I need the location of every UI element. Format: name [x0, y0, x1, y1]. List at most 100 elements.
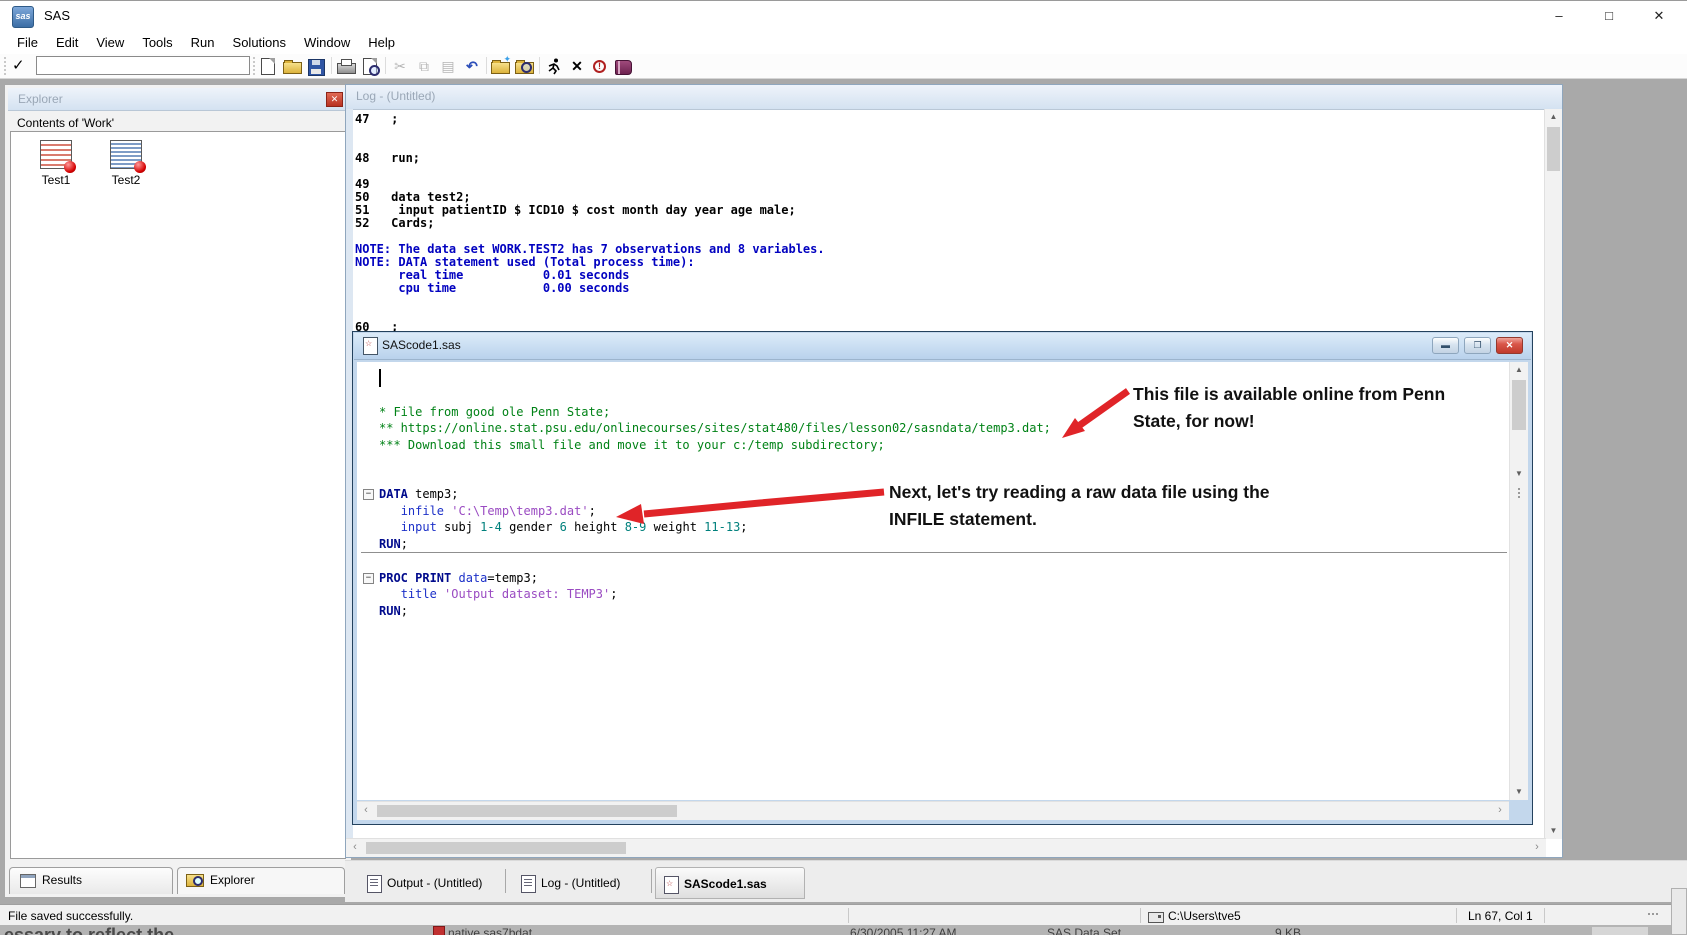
sas-program-icon — [363, 337, 378, 355]
open-folder-icon[interactable] — [281, 56, 303, 77]
sas-file-icon — [433, 926, 445, 935]
menubar: File Edit View Tools Run Solutions Windo… — [0, 30, 1687, 54]
cut-icon[interactable]: ✂ — [389, 56, 411, 77]
background-filename: native.sas7bdat — [448, 926, 532, 935]
scroll-right-icon[interactable]: › — [1528, 839, 1546, 857]
submit-runner-icon[interactable] — [543, 56, 565, 77]
print-preview-icon[interactable] — [359, 56, 381, 77]
log-window-titlebar[interactable]: Log - (Untitled) — [346, 85, 1562, 110]
menu-run[interactable]: Run — [182, 33, 224, 52]
editor-minimize-button[interactable]: ▬ — [1432, 337, 1459, 354]
background-window-strip: essary to reflect the native.sas7bdat 6/… — [0, 925, 1687, 935]
menu-view[interactable]: View — [87, 33, 133, 52]
dataset-label: Test1 — [25, 173, 87, 187]
editor-close-button[interactable]: ✕ — [1496, 337, 1523, 354]
log-horizontal-scrollbar[interactable]: ‹ › — [346, 838, 1546, 857]
red-ball-badge — [134, 161, 146, 173]
scroll-left-icon[interactable]: ‹ — [357, 802, 375, 820]
save-icon[interactable] — [305, 56, 327, 77]
background-date: 6/30/2005 11:27 AM — [850, 926, 957, 935]
print-icon[interactable] — [335, 56, 357, 77]
split-chevron-icon[interactable]: ▼ — [1510, 466, 1528, 482]
dataset-label: Test2 — [95, 173, 157, 187]
status-message: File saved successfully. — [8, 909, 133, 923]
tab-explorer[interactable]: Explorer — [177, 867, 345, 894]
new-document-icon[interactable] — [257, 56, 279, 77]
command-check-icon[interactable]: ✓ — [12, 56, 25, 74]
log-vertical-scrollbar[interactable]: ▲ ▼ — [1544, 109, 1562, 839]
dataset-table-icon — [110, 140, 142, 169]
clear-all-icon[interactable]: ✕ — [566, 56, 588, 77]
scroll-up-icon[interactable]: ▲ — [1510, 362, 1528, 378]
menu-solutions[interactable]: Solutions — [224, 33, 295, 52]
help-book-icon[interactable] — [612, 56, 634, 77]
background-filesize: 9 KB — [1275, 926, 1301, 935]
menu-tools[interactable]: Tools — [133, 33, 181, 52]
annotation-penn-state: This file is available online from Penn … — [1133, 381, 1503, 435]
tab-log[interactable]: Log - (Untitled) — [513, 867, 651, 899]
annotation-infile: Next, let's try reading a raw data file … — [889, 479, 1339, 533]
log-page-icon — [521, 875, 536, 893]
splitter-grip-icon[interactable] — [1518, 488, 1520, 490]
scroll-up-icon[interactable]: ▲ — [1545, 109, 1562, 125]
explorer-contents-box[interactable]: Test1 Test2 — [10, 131, 346, 859]
maximize-button[interactable]: □ — [1586, 1, 1632, 31]
background-scrollbar — [1671, 888, 1687, 935]
resize-grip[interactable] — [1656, 913, 1658, 915]
dataset-test2[interactable]: Test2 — [95, 140, 157, 187]
background-filetype: SAS Data Set — [1047, 926, 1121, 935]
scrollbar-thumb[interactable] — [366, 842, 626, 854]
minimize-button[interactable]: – — [1536, 1, 1582, 31]
explorer-panel-titlebar[interactable]: Explorer ✕ — [8, 88, 348, 111]
menu-file[interactable]: File — [8, 33, 47, 52]
explorer-icon[interactable] — [513, 56, 535, 77]
drive-icon — [1148, 912, 1164, 923]
scroll-down-icon[interactable]: ▼ — [1545, 823, 1562, 839]
background-block — [1592, 927, 1648, 935]
scroll-down-icon[interactable]: ▼ — [1510, 784, 1528, 800]
log-window-title: Log - (Untitled) — [356, 89, 435, 103]
toolbar-grab-handle — [4, 57, 6, 75]
explorer-panel: Explorer ✕ Contents of 'Work' Test1 Test… — [4, 84, 352, 898]
editor-horizontal-scrollbar[interactable]: ‹ › — [357, 801, 1509, 820]
app-title: SAS — [44, 8, 70, 23]
scrollbar-thumb[interactable] — [1512, 380, 1526, 430]
dataset-table-icon — [40, 140, 72, 169]
toolbar-grab-handle-2 — [253, 57, 255, 75]
paste-icon[interactable]: ▤ — [437, 56, 459, 77]
editor-titlebar[interactable]: SAScode1.sas ▬ ❐ ✕ — [354, 333, 1531, 360]
tab-results[interactable]: Results — [9, 867, 173, 894]
tab-results-label: Results — [42, 873, 82, 887]
background-text: essary to reflect the — [4, 925, 174, 935]
tab-explorer-label: Explorer — [210, 873, 255, 887]
copy-icon[interactable]: ⧉ — [413, 56, 435, 77]
scroll-left-icon[interactable]: ‹ — [346, 839, 364, 857]
menu-window[interactable]: Window — [295, 33, 359, 52]
output-page-icon — [367, 875, 382, 893]
toolbar: ✓ ✂ ⧉ ▤ ↶ ✕ ! — [0, 54, 1687, 79]
menu-help[interactable]: Help — [359, 33, 404, 52]
status-bar: File saved successfully. C:\Users\tve5 L… — [0, 904, 1687, 926]
command-input[interactable] — [36, 56, 250, 75]
explorer-panel-title: Explorer — [18, 92, 63, 106]
scrollbar-thumb[interactable] — [1547, 127, 1560, 171]
contents-of-work-label: Contents of 'Work' — [17, 116, 114, 130]
red-ball-badge — [64, 161, 76, 173]
undo-icon[interactable]: ↶ — [461, 56, 483, 77]
explorer-folder-icon — [186, 874, 204, 887]
editor-restore-button[interactable]: ❐ — [1464, 337, 1491, 354]
cursor-position: Ln 67, Col 1 — [1468, 909, 1533, 923]
editor-vertical-scrollbar[interactable]: ▲ ▼ ▼ — [1509, 362, 1528, 800]
editor-title: SAScode1.sas — [382, 338, 461, 352]
tab-output[interactable]: Output - (Untitled) — [359, 867, 505, 899]
scroll-right-icon[interactable]: › — [1491, 802, 1509, 820]
new-library-icon[interactable] — [489, 56, 511, 77]
scrollbar-thumb[interactable] — [377, 805, 677, 817]
break-icon[interactable]: ! — [589, 56, 611, 77]
menu-edit[interactable]: Edit — [47, 33, 87, 52]
close-button[interactable]: ✕ — [1636, 1, 1682, 31]
dataset-test1[interactable]: Test1 — [25, 140, 87, 187]
explorer-close-icon[interactable]: ✕ — [326, 92, 343, 107]
window-bar: Output - (Untitled) Log - (Untitled) SAS… — [345, 860, 1687, 902]
tab-sascode[interactable]: SAScode1.sas — [655, 867, 805, 899]
